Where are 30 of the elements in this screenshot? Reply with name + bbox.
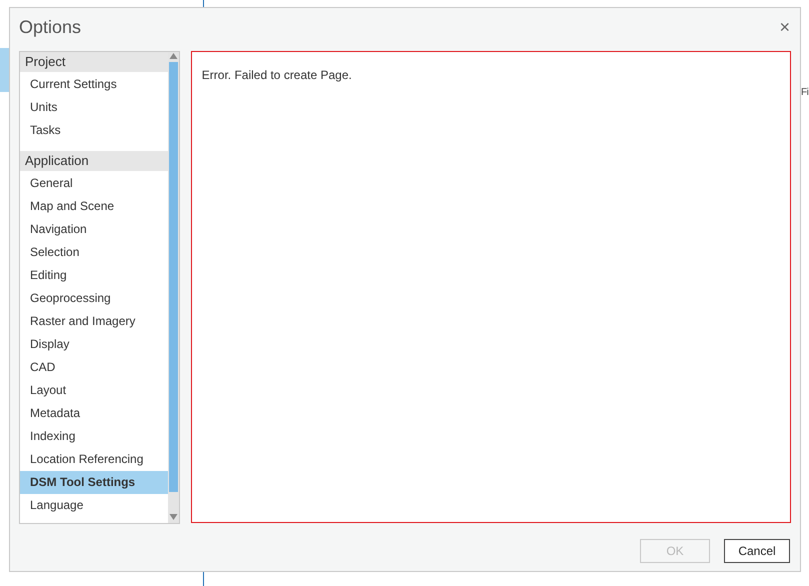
list-item[interactable]: Selection: [20, 241, 168, 264]
list-item[interactable]: Location Referencing: [20, 448, 168, 471]
list-item[interactable]: Layout: [20, 379, 168, 402]
list-item[interactable]: Indexing: [20, 425, 168, 448]
list-item[interactable]: Navigation: [20, 218, 168, 241]
side-text: Fil: [801, 86, 809, 100]
list-item[interactable]: Units: [20, 96, 168, 119]
dialog-button[interactable]: Cancel: [724, 539, 790, 563]
list-item[interactable]: Display: [20, 333, 168, 356]
close-button[interactable]: ×: [779, 18, 790, 36]
scroll-up-icon[interactable]: [168, 52, 178, 60]
window-title: Options: [19, 16, 82, 39]
list-item[interactable]: Tasks: [20, 119, 168, 142]
list-item[interactable]: Language: [20, 494, 168, 517]
error-message: Error. Failed to create Page.: [202, 68, 352, 82]
list-item[interactable]: Map and Scene: [20, 195, 168, 218]
list-item[interactable]: CAD: [20, 356, 168, 379]
side-panel: [0, 48, 10, 92]
list-item[interactable]: Geoprocessing: [20, 287, 168, 310]
list-item[interactable]: DSM Tool Settings: [20, 471, 168, 494]
scrollbar[interactable]: [168, 52, 179, 523]
section-header: Application: [20, 151, 168, 171]
list-item[interactable]: Metadata: [20, 402, 168, 425]
list-item[interactable]: Raster and Imagery: [20, 310, 168, 333]
list-item[interactable]: Current Settings: [20, 73, 168, 96]
list-item[interactable]: Editing: [20, 264, 168, 287]
scroll-down-icon[interactable]: [168, 513, 178, 521]
list-item[interactable]: General: [20, 172, 168, 195]
scrollbar-thumb[interactable]: [168, 62, 178, 492]
section-header: Project: [20, 52, 168, 72]
